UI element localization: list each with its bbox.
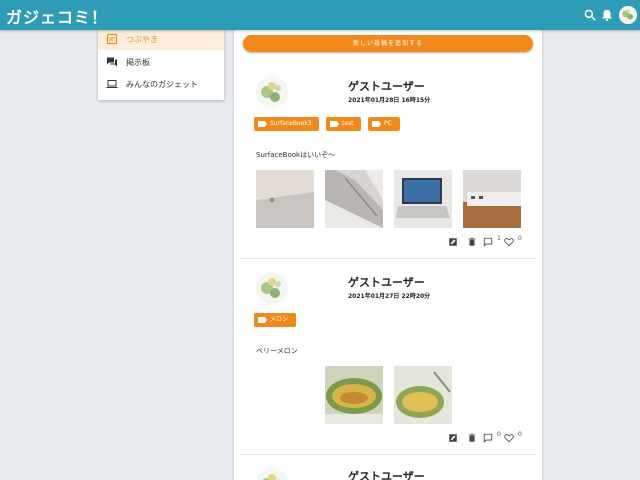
sidebar-item-tweets[interactable]: つぶやき <box>98 28 224 50</box>
edit-icon[interactable] <box>448 433 458 443</box>
search-icon[interactable] <box>583 8 597 22</box>
sidebar-item-label: つぶやき <box>126 35 158 44</box>
sidebar-item-label: 掲示板 <box>126 58 150 67</box>
post-photo[interactable] <box>463 170 521 228</box>
heart-icon[interactable] <box>504 433 514 443</box>
comment-icon[interactable] <box>483 237 493 247</box>
comment-count: 1 <box>497 235 501 242</box>
tag-chip[interactable]: test <box>326 117 361 131</box>
like-count: 0 <box>518 431 522 438</box>
tag-icon <box>372 121 381 127</box>
heart-icon[interactable] <box>504 237 514 247</box>
post-username[interactable]: ゲストユーザー <box>348 468 425 480</box>
sidebar-item-gadgets[interactable]: みんなのガジェット <box>98 73 224 95</box>
tag-icon <box>330 121 339 127</box>
divider <box>240 454 536 455</box>
sidebar-menu: つぶやき 掲示板 みんなのガジェット <box>98 28 224 100</box>
divider <box>240 258 536 259</box>
post-photo[interactable] <box>325 366 383 424</box>
tag-chip[interactable]: SurfaceBook3 <box>254 117 319 131</box>
avatar[interactable] <box>256 272 288 304</box>
post-photo[interactable] <box>325 170 383 228</box>
avatar[interactable] <box>619 6 637 24</box>
laptop-icon <box>106 80 118 88</box>
avatar[interactable] <box>256 468 288 480</box>
sidebar-item-board[interactable]: 掲示板 <box>98 51 224 73</box>
post-date: 2021年01月27日 22時20分 <box>348 293 431 300</box>
comment-icon[interactable] <box>483 433 493 443</box>
comment-count: 0 <box>497 431 501 438</box>
forum-icon <box>107 57 117 67</box>
post-date: 2021年01月28日 16時15分 <box>348 97 431 104</box>
post-photo[interactable] <box>256 170 314 228</box>
edit-icon[interactable] <box>448 237 458 247</box>
post-photo[interactable] <box>394 170 452 228</box>
tag-chip[interactable]: PC <box>368 117 400 131</box>
post-text: ベリーメロン <box>256 347 298 355</box>
delete-icon[interactable] <box>467 433 477 443</box>
post-icon <box>106 33 118 45</box>
post-text: SurfaceBookはいいぞ〜 <box>256 151 336 159</box>
post-photo[interactable] <box>394 366 452 424</box>
add-post-button[interactable]: 新しい投稿を追加する <box>243 35 533 52</box>
tag-chip[interactable]: メロン <box>254 313 296 327</box>
tag-icon <box>258 121 267 127</box>
post-username[interactable]: ゲストユーザー <box>348 78 425 94</box>
bell-icon[interactable] <box>600 8 614 22</box>
like-count: 0 <box>518 235 522 242</box>
post-username[interactable]: ゲストユーザー <box>348 274 425 290</box>
post-feed: 新しい投稿を追加する ゲストユーザー 2021年01月28日 16時15分 Su… <box>234 28 542 480</box>
avatar[interactable] <box>256 76 288 108</box>
app-title[interactable]: ガジェコミ！ <box>6 4 108 28</box>
sidebar-item-label: みんなのガジェット <box>126 80 198 89</box>
delete-icon[interactable] <box>467 237 477 247</box>
tag-icon <box>258 317 267 323</box>
app-bar: ガジェコミ！ <box>0 0 640 30</box>
